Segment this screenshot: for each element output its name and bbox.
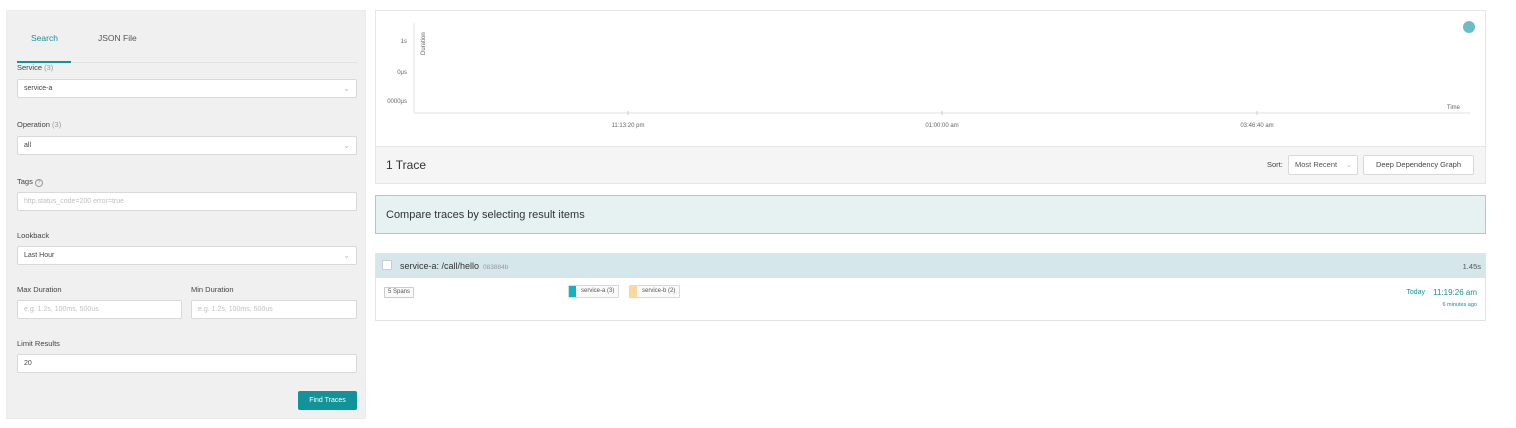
trace-result-item[interactable]: service-a: /call/hello 083884b 1.45s 5 Sp… xyxy=(375,253,1486,321)
trace-title[interactable]: service-a: /call/hello 083884b xyxy=(400,261,508,271)
lookback-select[interactable]: Last Hour ⌄ xyxy=(17,246,357,265)
y-tick-label: 0μs xyxy=(397,70,407,76)
service-color-swatch xyxy=(630,286,637,297)
search-panel: Search JSON File Service (3) service-a ⌄… xyxy=(6,10,366,419)
deep-dependency-graph-button[interactable]: Deep Dependency Graph xyxy=(1363,155,1474,175)
compare-banner-text: Compare traces by selecting result items xyxy=(386,209,585,221)
x-axis-label: Time xyxy=(1447,105,1461,111)
service-color-swatch xyxy=(569,286,576,297)
y-tick-label: 0000μs xyxy=(387,99,407,105)
service-select[interactable]: service-a ⌄ xyxy=(17,79,357,98)
tags-input[interactable]: http.status_code=200 error=true xyxy=(17,192,357,211)
results-header: 1 Trace Sort: Most Recent ⌄ Deep Depende… xyxy=(375,146,1486,184)
operation-label: Operation (3) xyxy=(17,120,62,129)
trace-duration: 1.45s xyxy=(1462,262,1481,271)
min-duration-label: Min Duration xyxy=(191,285,234,294)
trace-point[interactable] xyxy=(1463,21,1475,33)
search-tabs: Search JSON File xyxy=(17,28,357,63)
x-tick-label: 11:13:20 pm xyxy=(612,123,645,129)
sort-select[interactable]: Most Recent ⌄ xyxy=(1288,155,1358,175)
y-tick-label: 1s xyxy=(401,39,407,45)
scatter-plot: 1s 0μs 0000μs Duration 11:13:20 pm 01:00… xyxy=(387,21,1475,129)
lookback-label: Lookback xyxy=(17,231,50,240)
tab-search[interactable]: Search xyxy=(31,33,58,43)
service-label: Service (3) xyxy=(17,63,54,72)
x-tick-label: 01:00:00 am xyxy=(925,123,958,129)
limit-results-label: Limit Results xyxy=(17,339,60,348)
chevron-down-icon: ⌄ xyxy=(343,141,350,150)
chevron-down-icon: ⌄ xyxy=(343,251,350,260)
tab-json-file[interactable]: JSON File xyxy=(98,33,137,43)
help-icon[interactable]: ? xyxy=(34,179,43,187)
limit-results-input[interactable]: 20 xyxy=(17,354,357,373)
sort-label: Sort: xyxy=(1267,160,1283,169)
find-traces-button[interactable]: Find Traces xyxy=(298,391,357,410)
trace-id: 083884b xyxy=(483,264,509,271)
trace-start-time: 11:19:26 am xyxy=(1433,288,1477,297)
service-tag-service-b: service-b (2) xyxy=(629,285,681,298)
max-duration-label: Max Duration xyxy=(17,285,62,294)
max-duration-input[interactable]: e.g. 1.2s, 100ms, 500us xyxy=(17,300,182,319)
compare-banner: Compare traces by selecting result items xyxy=(375,195,1486,234)
trace-count: 1 Trace xyxy=(386,158,427,172)
trace-select-checkbox[interactable] xyxy=(382,260,392,270)
span-count-tag: 5 Spans xyxy=(384,287,415,298)
y-axis-label: Duration xyxy=(421,32,427,55)
trace-date: Today xyxy=(1406,289,1425,296)
chevron-down-icon: ⌄ xyxy=(1345,160,1352,169)
chevron-down-icon: ⌄ xyxy=(343,84,350,93)
x-tick-label: 03:46:40 am xyxy=(1240,123,1273,129)
tags-label: Tags ? xyxy=(17,177,43,187)
min-duration-input[interactable]: e.g. 1.2s, 100ms, 500us xyxy=(191,300,357,319)
trace-relative-time: 6 minutes ago xyxy=(1442,302,1477,308)
service-tag-service-a: service-a (3) xyxy=(568,285,620,298)
scatter-plot-card: 1s 0μs 0000μs Duration 11:13:20 pm 01:00… xyxy=(375,10,1486,146)
trace-title-bar[interactable]: service-a: /call/hello 083884b 1.45s xyxy=(376,254,1485,278)
operation-select[interactable]: all ⌄ xyxy=(17,136,357,155)
